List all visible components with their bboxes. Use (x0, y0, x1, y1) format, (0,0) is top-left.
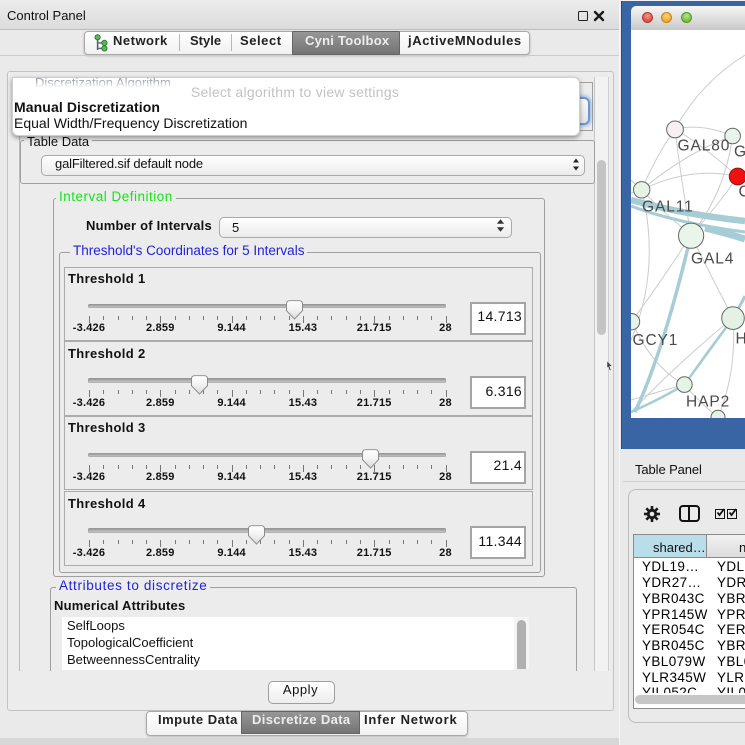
svg-text:H: H (736, 331, 745, 348)
svg-text:GAL4: GAL4 (691, 251, 734, 268)
svg-text:GAL11: GAL11 (642, 199, 694, 216)
svg-text:GCY1: GCY1 (633, 332, 679, 349)
svg-text:GAL80: GAL80 (678, 138, 731, 155)
svg-text:GA: GA (734, 144, 745, 161)
svg-text:HAP2: HAP2 (686, 394, 730, 411)
svg-text:C: C (739, 184, 745, 201)
